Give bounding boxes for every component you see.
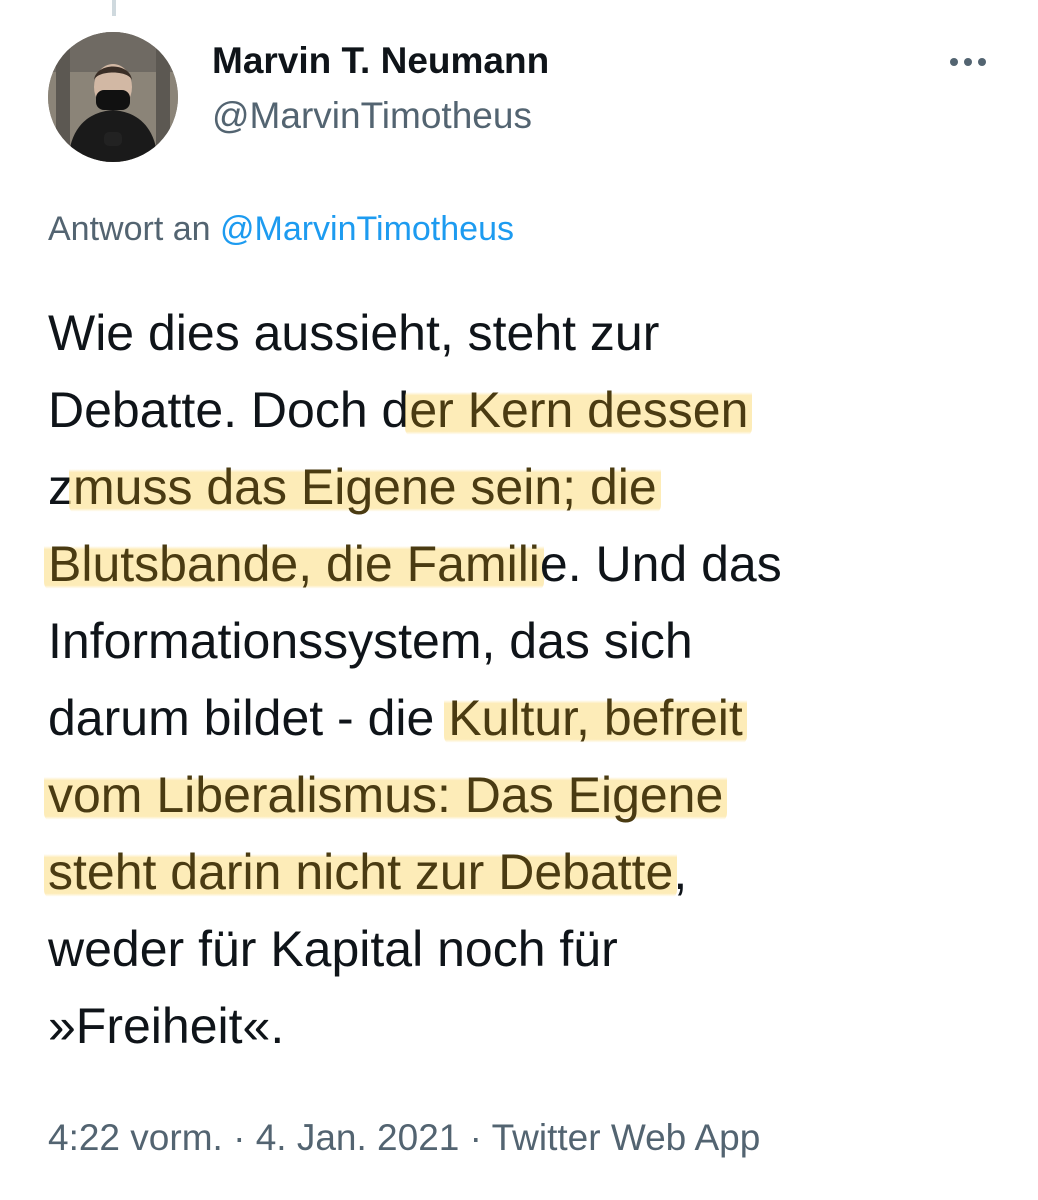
tweet-text-line: steht darin nicht zur Debatte, — [44, 834, 1008, 911]
reply-handle-link[interactable]: @MarvinTimotheus — [220, 210, 514, 248]
tweet-metadata: 4:22 vorm. · 4. Jan. 2021 · Twitter Web … — [48, 1117, 760, 1159]
highlighted-text-segment: er Kern dessen — [405, 382, 753, 438]
tweet-date[interactable]: 4. Jan. 2021 — [256, 1117, 460, 1158]
meta-separator: · — [222, 1117, 256, 1158]
tweet-time[interactable]: 4:22 vorm. — [48, 1117, 223, 1158]
reply-context: Antwort an @MarvinTimotheus — [48, 210, 514, 249]
highlighted-text-segment: steht darin nicht zur Debatte — [44, 844, 678, 900]
profile-photo-icon — [48, 32, 178, 162]
tweet-text-line: Wie dies aussieht, steht zur — [48, 295, 1008, 372]
highlighted-text-segment: muss das Eigene sein; die — [69, 459, 661, 515]
highlighted-text-segment: Blutsbande, die Famili — [44, 536, 544, 592]
author-display-name[interactable]: Marvin T. Neumann — [212, 40, 549, 82]
tweet-source-link[interactable]: Twitter Web App — [492, 1117, 761, 1158]
avatar[interactable] — [48, 32, 178, 162]
text-segment: »Freiheit«. — [48, 998, 285, 1054]
author-handle[interactable]: @MarvinTimotheus — [212, 95, 532, 137]
more-options-button[interactable] — [938, 42, 998, 82]
tweet-text-line: Blutsbande, die Familie. Und das — [44, 526, 1008, 603]
text-segment: weder für Kapital noch für — [48, 921, 618, 977]
text-segment: e. Und das — [539, 536, 782, 592]
tweet-text-line: »Freiheit«. — [48, 988, 1008, 1065]
tweet-text-line: darum bildet - die Kultur, befreit — [48, 680, 1008, 757]
text-segment: Informationssystem, das sich — [48, 613, 693, 669]
tweet-text-line: weder für Kapital noch für — [48, 911, 1008, 988]
thread-connector-line — [112, 0, 116, 16]
reply-prefix: Antwort an — [48, 210, 211, 248]
text-segment: Wie dies aussieht, steht zur — [48, 305, 660, 361]
tweet-text-line: Informationssystem, das sich — [48, 603, 1008, 680]
tweet-text: Wie dies aussieht, steht zur Debatte. Doc… — [44, 295, 1008, 1065]
tweet-text-line: Debatte. Doch der Kern dessen — [48, 372, 1008, 449]
tweet-text-line: zmuss das Eigene sein; die — [48, 449, 1008, 526]
highlighted-text-segment: Kultur, befreit — [444, 690, 747, 746]
text-segment: Debatte. Doch d — [48, 382, 410, 438]
more-horizontal-icon — [950, 58, 986, 66]
tweet-text-line: vom Liberalismus: Das Eigene — [44, 757, 1008, 834]
meta-separator: · — [459, 1117, 492, 1158]
text-segment: darum bildet - die — [48, 690, 449, 746]
text-segment: , — [673, 844, 688, 900]
highlighted-text-segment: vom Liberalismus: Das Eigene — [44, 767, 728, 823]
